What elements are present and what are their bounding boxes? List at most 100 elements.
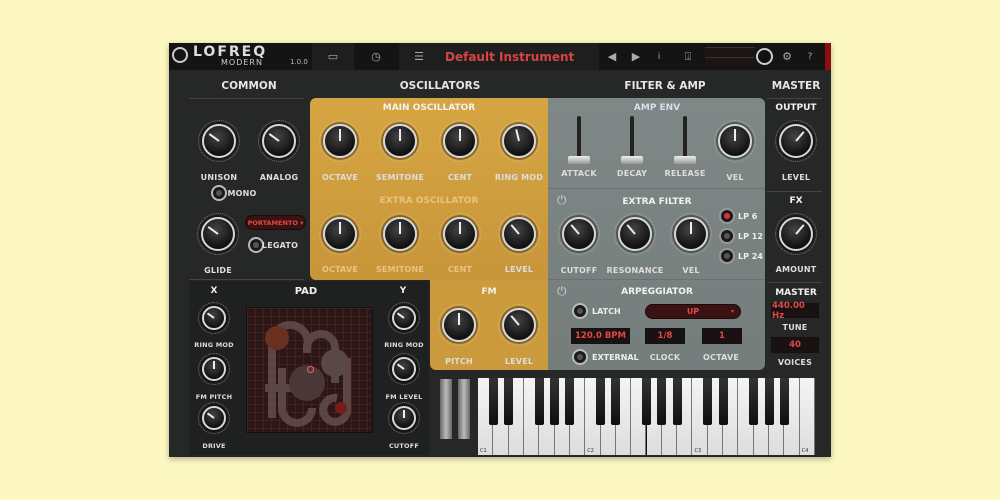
info-button[interactable]: i: [649, 43, 669, 70]
analog-label: ANALOG: [259, 173, 299, 182]
extra-cent-knob[interactable]: [439, 213, 481, 255]
fm-level-knob[interactable]: [498, 304, 540, 346]
glide-knob[interactable]: [197, 213, 239, 255]
fm-pitch-knob[interactable]: [438, 304, 480, 346]
black-key[interactable]: [534, 378, 544, 425]
black-key[interactable]: [565, 378, 575, 425]
main-ring-mod-knob[interactable]: [498, 120, 540, 162]
octave-field[interactable]: 1: [702, 328, 742, 344]
amp-slider-2[interactable]: [674, 116, 696, 164]
arp-mode-dropdown[interactable]: UP ▾: [645, 304, 741, 319]
prev-button[interactable]: ◀: [601, 43, 623, 70]
xy-pad[interactable]: [246, 307, 373, 433]
pitch-wheel[interactable]: [440, 379, 452, 439]
pad-cursor[interactable]: [307, 366, 314, 373]
black-key[interactable]: [550, 378, 560, 425]
black-key[interactable]: [703, 378, 713, 425]
lp6-radio[interactable]: [719, 208, 735, 224]
clock-field[interactable]: 1/8: [645, 328, 685, 344]
extra-semitone-knob[interactable]: [379, 213, 421, 255]
knob-indicator: [570, 224, 580, 235]
header-filter-amp: FILTER & AMP: [624, 80, 706, 92]
amp-slider-1[interactable]: [621, 116, 643, 164]
logo-icon: [172, 47, 188, 63]
unison-knob[interactable]: [198, 120, 240, 162]
sliders-button[interactable]: ☰: [399, 43, 439, 70]
fx-amount-knob[interactable]: [775, 213, 817, 255]
mod-wheel[interactable]: [458, 379, 470, 439]
knob-indicator: [206, 412, 215, 419]
black-key[interactable]: [718, 378, 728, 425]
lp12-radio[interactable]: [719, 228, 735, 244]
black-key[interactable]: [672, 378, 682, 425]
extra-octave-knob[interactable]: [319, 213, 361, 255]
main-ring-mod-label: RING MOD: [494, 173, 544, 182]
glide-mode-dropdown[interactable]: PORTAMENTO ▾: [245, 215, 306, 230]
help-button[interactable]: ?: [800, 43, 820, 70]
analog-knob[interactable]: [258, 120, 300, 162]
y-cutoff-knob[interactable]: [388, 402, 420, 434]
header-master: MASTER: [771, 80, 821, 92]
output-level-knob[interactable]: [775, 120, 817, 162]
header-common: COMMON: [221, 80, 277, 92]
x-drive-knob[interactable]: [198, 402, 230, 434]
knob-indicator: [396, 363, 405, 370]
amp-vel-knob[interactable]: [714, 120, 756, 162]
octave-label: C4: [801, 448, 809, 454]
voices-label: VOICES: [777, 358, 813, 367]
latch-toggle[interactable]: [572, 303, 588, 319]
legato-label: LEGATO: [261, 241, 299, 250]
y-fm-level-knob[interactable]: [388, 353, 420, 385]
slider-handle[interactable]: [568, 156, 590, 164]
arp-power-icon[interactable]: ⏻: [557, 284, 567, 299]
cutoff-knob[interactable]: [558, 213, 600, 255]
folder-button[interactable]: ▭: [312, 43, 354, 70]
mono-toggle[interactable]: [211, 185, 227, 201]
extra-level-knob[interactable]: [498, 213, 540, 255]
external-toggle[interactable]: [572, 349, 588, 365]
y-ring-mod-knob[interactable]: [388, 302, 420, 334]
instrument-name[interactable]: Default Instrument: [439, 43, 599, 70]
main-semitone-label: SEMITONE: [375, 173, 425, 182]
master-volume-knob[interactable]: [756, 48, 773, 65]
filter-vel-label: VEL: [682, 266, 700, 275]
main-octave-knob[interactable]: [319, 120, 361, 162]
black-key[interactable]: [611, 378, 621, 425]
settings-button[interactable]: ⚙: [777, 43, 797, 70]
x-fm-pitch-label: FM PITCH: [195, 393, 233, 401]
knob-indicator: [458, 313, 460, 325]
black-key[interactable]: [779, 378, 789, 425]
extra-filter-title: EXTRA FILTER: [622, 197, 692, 207]
white-key[interactable]: C4: [799, 378, 815, 455]
voices-field[interactable]: 40: [771, 337, 819, 353]
black-key[interactable]: [504, 378, 514, 425]
main-semitone-knob[interactable]: [379, 120, 421, 162]
slider-handle[interactable]: [621, 156, 643, 164]
extra-filter-power-icon[interactable]: ⏻: [557, 193, 567, 208]
black-key[interactable]: [596, 378, 606, 425]
clock-button[interactable]: ◷: [355, 43, 397, 70]
black-key[interactable]: [764, 378, 774, 425]
resonance-knob[interactable]: [614, 213, 656, 255]
black-key[interactable]: [749, 378, 759, 425]
pad-y-label: Y: [399, 286, 407, 296]
black-key[interactable]: [488, 378, 498, 425]
save-button[interactable]: ⍗: [674, 43, 702, 70]
tune-field[interactable]: 440.00 Hz: [771, 301, 819, 321]
main-cent-knob[interactable]: [439, 120, 481, 162]
black-key[interactable]: [642, 378, 651, 425]
x-fm-pitch-knob[interactable]: [198, 353, 230, 385]
lp24-radio[interactable]: [719, 248, 735, 264]
filter-vel-knob[interactable]: [670, 213, 712, 255]
bpm-field[interactable]: 120.0 BPM: [571, 328, 630, 344]
knob-indicator: [403, 410, 405, 418]
next-button[interactable]: ▶: [625, 43, 647, 70]
x-ring-mod-knob[interactable]: [198, 302, 230, 334]
amp-slider-0[interactable]: [568, 116, 590, 164]
y-cutoff-label: CUTOFF: [388, 442, 420, 450]
piano-keyboard[interactable]: C1 C2 C3 C4: [478, 378, 815, 455]
main-osc-title: MAIN OSCILLATOR: [382, 103, 476, 113]
slider-handle[interactable]: [674, 156, 696, 164]
extra-octave-label: OCTAVE: [321, 265, 359, 274]
black-key[interactable]: [657, 378, 667, 425]
